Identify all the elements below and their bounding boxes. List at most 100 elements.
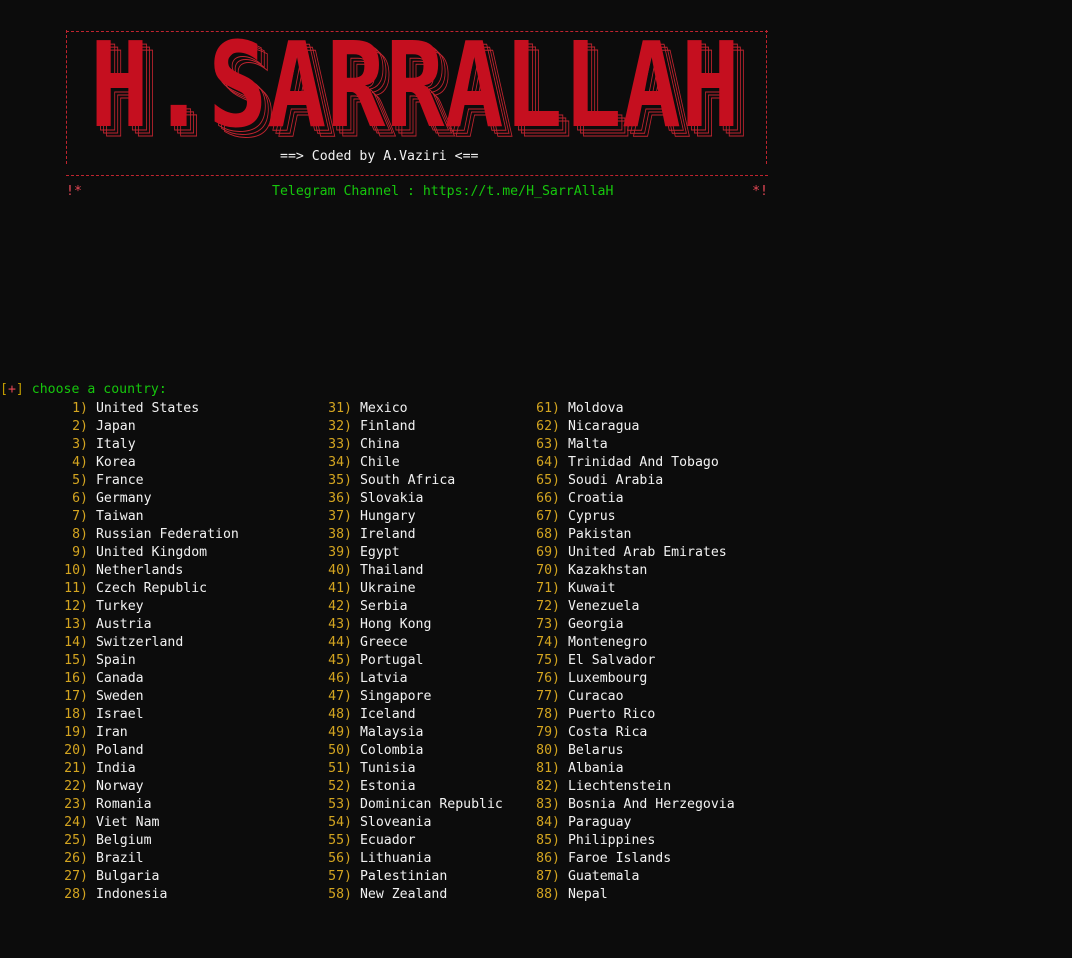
- country-option: 40) Thailand: [320, 562, 503, 580]
- country-name: Portugal: [359, 653, 424, 668]
- country-option: 37) Hungary: [320, 508, 503, 526]
- country-option: 6) Germany: [56, 490, 239, 508]
- country-number: 4): [72, 455, 88, 470]
- country-option: 56) Lithuania: [320, 850, 503, 868]
- country-name: Kazakhstan: [567, 563, 648, 578]
- country-option: 76) Luxembourg: [528, 670, 735, 688]
- country-number: 33): [328, 437, 352, 452]
- country-number: 21): [64, 761, 88, 776]
- country-number: 46): [328, 671, 352, 686]
- country-number: 74): [536, 635, 560, 650]
- country-option: 69) United Arab Emirates: [528, 544, 735, 562]
- country-option: 39) Egypt: [320, 544, 503, 562]
- country-name: Spain: [95, 653, 136, 668]
- country-option: 50) Colombia: [320, 742, 503, 760]
- country-number: 65): [536, 473, 560, 488]
- country-number: 77): [536, 689, 560, 704]
- country-number: 43): [328, 617, 352, 632]
- country-option: 84) Paraguay: [528, 814, 735, 832]
- logo-text: H.SARRALLAH: [90, 30, 740, 142]
- country-option: 67) Cyprus: [528, 508, 735, 526]
- country-name: Finland: [359, 419, 416, 434]
- country-name: Japan: [95, 419, 136, 434]
- country-option: 27) Bulgaria: [56, 868, 239, 886]
- country-name: Mexico: [359, 401, 408, 416]
- country-option: 42) Serbia: [320, 598, 503, 616]
- country-option: 85) Philippines: [528, 832, 735, 850]
- country-number: 78): [536, 707, 560, 722]
- country-name: Nicaragua: [567, 419, 640, 434]
- country-option: 16) Canada: [56, 670, 239, 688]
- telegram-row: !* Telegram Channel : https://t.me/H_Sar…: [66, 184, 768, 202]
- country-name: Iceland: [359, 707, 416, 722]
- country-name: Nepal: [567, 887, 608, 902]
- country-option: 79) Costa Rica: [528, 724, 735, 742]
- country-number: 76): [536, 671, 560, 686]
- ascii-banner: H.SARRALLAH H.SARRALLAH H.SARRALLAH H.SA…: [66, 30, 768, 176]
- country-name: Trinidad And Tobago: [567, 455, 719, 470]
- country-name: Romania: [95, 797, 152, 812]
- country-number: 53): [328, 797, 352, 812]
- country-option: 12) Turkey: [56, 598, 239, 616]
- country-number: 45): [328, 653, 352, 668]
- country-column-3: 61) Moldova 62) Nicaragua 63) Malta 64) Tri…: [528, 400, 735, 904]
- country-name: South Africa: [359, 473, 456, 488]
- country-name: Curacao: [567, 689, 624, 704]
- country-number: 13): [64, 617, 88, 632]
- country-name: Croatia: [567, 491, 624, 506]
- country-number: 35): [328, 473, 352, 488]
- country-name: Faroe Islands: [567, 851, 672, 866]
- country-name: Luxembourg: [567, 671, 648, 686]
- country-name: Ukraine: [359, 581, 416, 596]
- choose-country-prompt: [+] choose a country:: [0, 382, 167, 397]
- country-name: Viet Nam: [95, 815, 160, 830]
- country-number: 32): [328, 419, 352, 434]
- country-name: Ireland: [359, 527, 416, 542]
- country-option: 20) Poland: [56, 742, 239, 760]
- country-option: 68) Pakistan: [528, 526, 735, 544]
- country-name: Colombia: [359, 743, 424, 758]
- country-option: 88) Nepal: [528, 886, 735, 904]
- country-option: 26) Brazil: [56, 850, 239, 868]
- country-number: 57): [328, 869, 352, 884]
- country-number: 31): [328, 401, 352, 416]
- country-option: 75) El Salvador: [528, 652, 735, 670]
- country-number: 73): [536, 617, 560, 632]
- country-number: 17): [64, 689, 88, 704]
- country-option: 45) Portugal: [320, 652, 503, 670]
- country-number: 38): [328, 527, 352, 542]
- country-number: 79): [536, 725, 560, 740]
- country-name: Israel: [95, 707, 144, 722]
- country-option: 77) Curacao: [528, 688, 735, 706]
- country-option: 86) Faroe Islands: [528, 850, 735, 868]
- country-name: Montenegro: [567, 635, 648, 650]
- country-number: 64): [536, 455, 560, 470]
- country-name: France: [95, 473, 144, 488]
- country-name: Egypt: [359, 545, 400, 560]
- country-name: Slovakia: [359, 491, 424, 506]
- country-name: Belgium: [95, 833, 152, 848]
- country-number: 56): [328, 851, 352, 866]
- country-option: 72) Venezuela: [528, 598, 735, 616]
- country-name: Canada: [95, 671, 144, 686]
- country-name: India: [95, 761, 136, 776]
- country-name: Malaysia: [359, 725, 424, 740]
- country-option: 82) Liechtenstein: [528, 778, 735, 796]
- country-number: 72): [536, 599, 560, 614]
- country-name: United Kingdom: [95, 545, 208, 560]
- country-option: 11) Czech Republic: [56, 580, 239, 598]
- country-option: 38) Ireland: [320, 526, 503, 544]
- banner-left-border: [66, 30, 67, 164]
- country-option: 36) Slovakia: [320, 490, 503, 508]
- country-column-2: 31) Mexico 32) Finland 33) China 34) Chile 3…: [320, 400, 503, 904]
- country-name: Greece: [359, 635, 408, 650]
- country-option: 7) Taiwan: [56, 508, 239, 526]
- country-number: 49): [328, 725, 352, 740]
- country-name: Dominican Republic: [359, 797, 503, 812]
- country-option: 28) Indonesia: [56, 886, 239, 904]
- country-option: 41) Ukraine: [320, 580, 503, 598]
- country-name: Serbia: [359, 599, 408, 614]
- country-number: 28): [64, 887, 88, 902]
- country-option: 19) Iran: [56, 724, 239, 742]
- country-name: Soudi Arabia: [567, 473, 664, 488]
